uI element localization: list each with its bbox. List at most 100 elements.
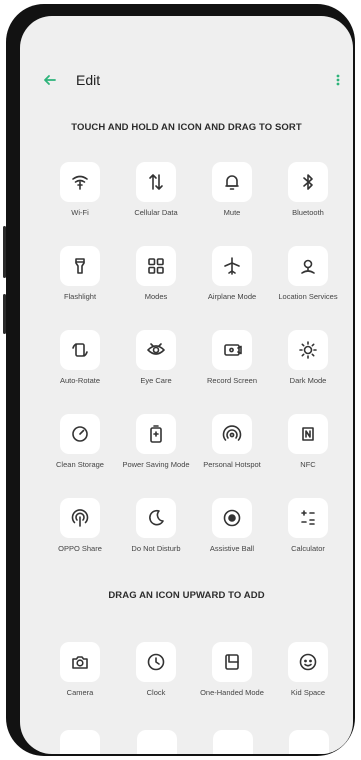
tile-label: NFC xyxy=(300,460,316,469)
next-row-tile[interactable] xyxy=(289,730,329,754)
back-arrow-icon[interactable] xyxy=(42,72,58,88)
next-row-tile[interactable] xyxy=(137,730,177,754)
wifi-icon xyxy=(72,175,88,190)
tile-modes[interactable]: Modes xyxy=(118,246,194,301)
tile-location[interactable]: Location Services xyxy=(270,246,346,301)
tile-box[interactable] xyxy=(288,162,328,202)
tile-label: Mute xyxy=(223,208,241,217)
tile-box[interactable] xyxy=(136,642,176,682)
tile-dark-mode[interactable]: Dark Mode xyxy=(270,330,346,385)
tile-bluetooth[interactable]: Bluetooth xyxy=(270,162,346,217)
battery-icon xyxy=(150,425,162,443)
tile-label: Auto-Rotate xyxy=(59,376,101,385)
tile-box[interactable] xyxy=(288,330,328,370)
camera-icon xyxy=(72,656,88,669)
tile-label: Assistive Ball xyxy=(209,544,255,553)
tile-box[interactable] xyxy=(288,498,328,538)
tile-box[interactable] xyxy=(136,162,176,202)
tile-one-handed[interactable]: One-Handed Mode xyxy=(194,642,270,697)
tile-label: Power Saving Mode xyxy=(122,460,190,469)
active-tiles-grid: Wi-Fi Cellular Data Mute Bluetooth Flashligh… xyxy=(20,162,353,582)
location-icon xyxy=(301,259,315,274)
airplane-icon xyxy=(224,257,240,275)
tile-battery[interactable]: Power Saving Mode xyxy=(118,414,194,469)
page-title: Edit xyxy=(76,72,101,88)
power-button xyxy=(3,294,6,334)
tile-label: Airplane Mode xyxy=(207,292,257,301)
tile-cellular-data[interactable]: Cellular Data xyxy=(118,162,194,217)
tile-eye[interactable]: Eye Care xyxy=(118,330,194,385)
tile-box[interactable] xyxy=(212,498,252,538)
tile-box[interactable] xyxy=(60,246,100,286)
tile-label: Dark Mode xyxy=(289,376,327,385)
tile-flashlight[interactable]: Flashlight xyxy=(42,246,118,301)
tile-box[interactable] xyxy=(136,330,176,370)
cellular-data-icon xyxy=(149,174,163,190)
clean-storage-icon xyxy=(72,426,88,442)
tile-box[interactable] xyxy=(288,414,328,454)
tile-calculator[interactable]: Calculator xyxy=(270,498,346,553)
tile-box[interactable] xyxy=(136,414,176,454)
tile-label: Clock xyxy=(146,688,166,697)
tile-box[interactable] xyxy=(60,330,100,370)
tile-box[interactable] xyxy=(60,498,100,538)
tile-label: Eye Care xyxy=(140,376,172,385)
tile-label: Kid Space xyxy=(290,688,326,697)
tile-nfc[interactable]: NFC xyxy=(270,414,346,469)
dark-mode-icon xyxy=(299,341,317,359)
tile-box[interactable] xyxy=(136,246,176,286)
flashlight-icon xyxy=(75,258,85,274)
phone-frame: Edit TOUCH AND HOLD AN ICON AND DRAG TO … xyxy=(3,4,355,756)
tile-clock[interactable]: Clock xyxy=(118,642,194,697)
more-options-icon[interactable] xyxy=(335,73,341,87)
eye-icon xyxy=(147,343,165,355)
record-screen-icon xyxy=(224,344,242,356)
header: Edit xyxy=(20,68,353,92)
tile-moon[interactable]: Do Not Disturb xyxy=(118,498,194,553)
tile-box[interactable] xyxy=(288,642,328,682)
nfc-icon xyxy=(302,427,314,441)
tile-clean-storage[interactable]: Clean Storage xyxy=(42,414,118,469)
rotate-icon xyxy=(72,343,88,357)
tile-box[interactable] xyxy=(212,162,252,202)
tile-airplane[interactable]: Airplane Mode xyxy=(194,246,270,301)
tile-box[interactable] xyxy=(60,162,100,202)
tile-camera[interactable]: Camera xyxy=(42,642,118,697)
add-hint: DRAG AN ICON UPWARD TO ADD xyxy=(108,590,265,601)
moon-icon xyxy=(149,509,164,526)
tile-label: OPPO Share xyxy=(58,544,102,553)
kid-space-icon xyxy=(299,653,317,671)
tile-box[interactable] xyxy=(136,498,176,538)
tile-wifi[interactable]: Wi-Fi xyxy=(42,162,118,217)
tile-hotspot[interactable]: Personal Hotspot xyxy=(194,414,270,469)
next-row-tile[interactable] xyxy=(213,730,253,754)
tile-label: Cellular Data xyxy=(134,208,178,217)
tile-kid-space[interactable]: Kid Space xyxy=(270,642,346,697)
tile-label: Calculator xyxy=(291,544,325,553)
tile-label: Camera xyxy=(66,688,94,697)
tile-record-screen[interactable]: Record Screen xyxy=(194,330,270,385)
tile-box[interactable] xyxy=(212,246,252,286)
tile-box[interactable] xyxy=(212,330,252,370)
tile-label: Record Screen xyxy=(206,376,258,385)
tile-rotate[interactable]: Auto-Rotate xyxy=(42,330,118,385)
bell-icon xyxy=(225,175,239,190)
hotspot-icon xyxy=(222,425,242,441)
tile-box[interactable] xyxy=(60,414,100,454)
tile-box[interactable] xyxy=(212,414,252,454)
tile-box[interactable] xyxy=(288,246,328,286)
tile-box[interactable] xyxy=(60,642,100,682)
bluetooth-icon xyxy=(303,174,313,190)
tile-label: Personal Hotspot xyxy=(203,460,261,469)
tile-label: Do Not Disturb xyxy=(131,544,181,553)
tile-share[interactable]: OPPO Share xyxy=(42,498,118,553)
tile-bell[interactable]: Mute xyxy=(194,162,270,217)
tile-label: Wi-Fi xyxy=(71,208,89,217)
tile-box[interactable] xyxy=(212,642,252,682)
next-row-tile[interactable] xyxy=(60,730,100,754)
tile-assistive-ball[interactable]: Assistive Ball xyxy=(194,498,270,553)
modes-icon xyxy=(148,258,164,274)
one-handed-icon xyxy=(225,654,239,670)
share-icon xyxy=(71,509,89,527)
tile-label: Flashlight xyxy=(63,292,97,301)
